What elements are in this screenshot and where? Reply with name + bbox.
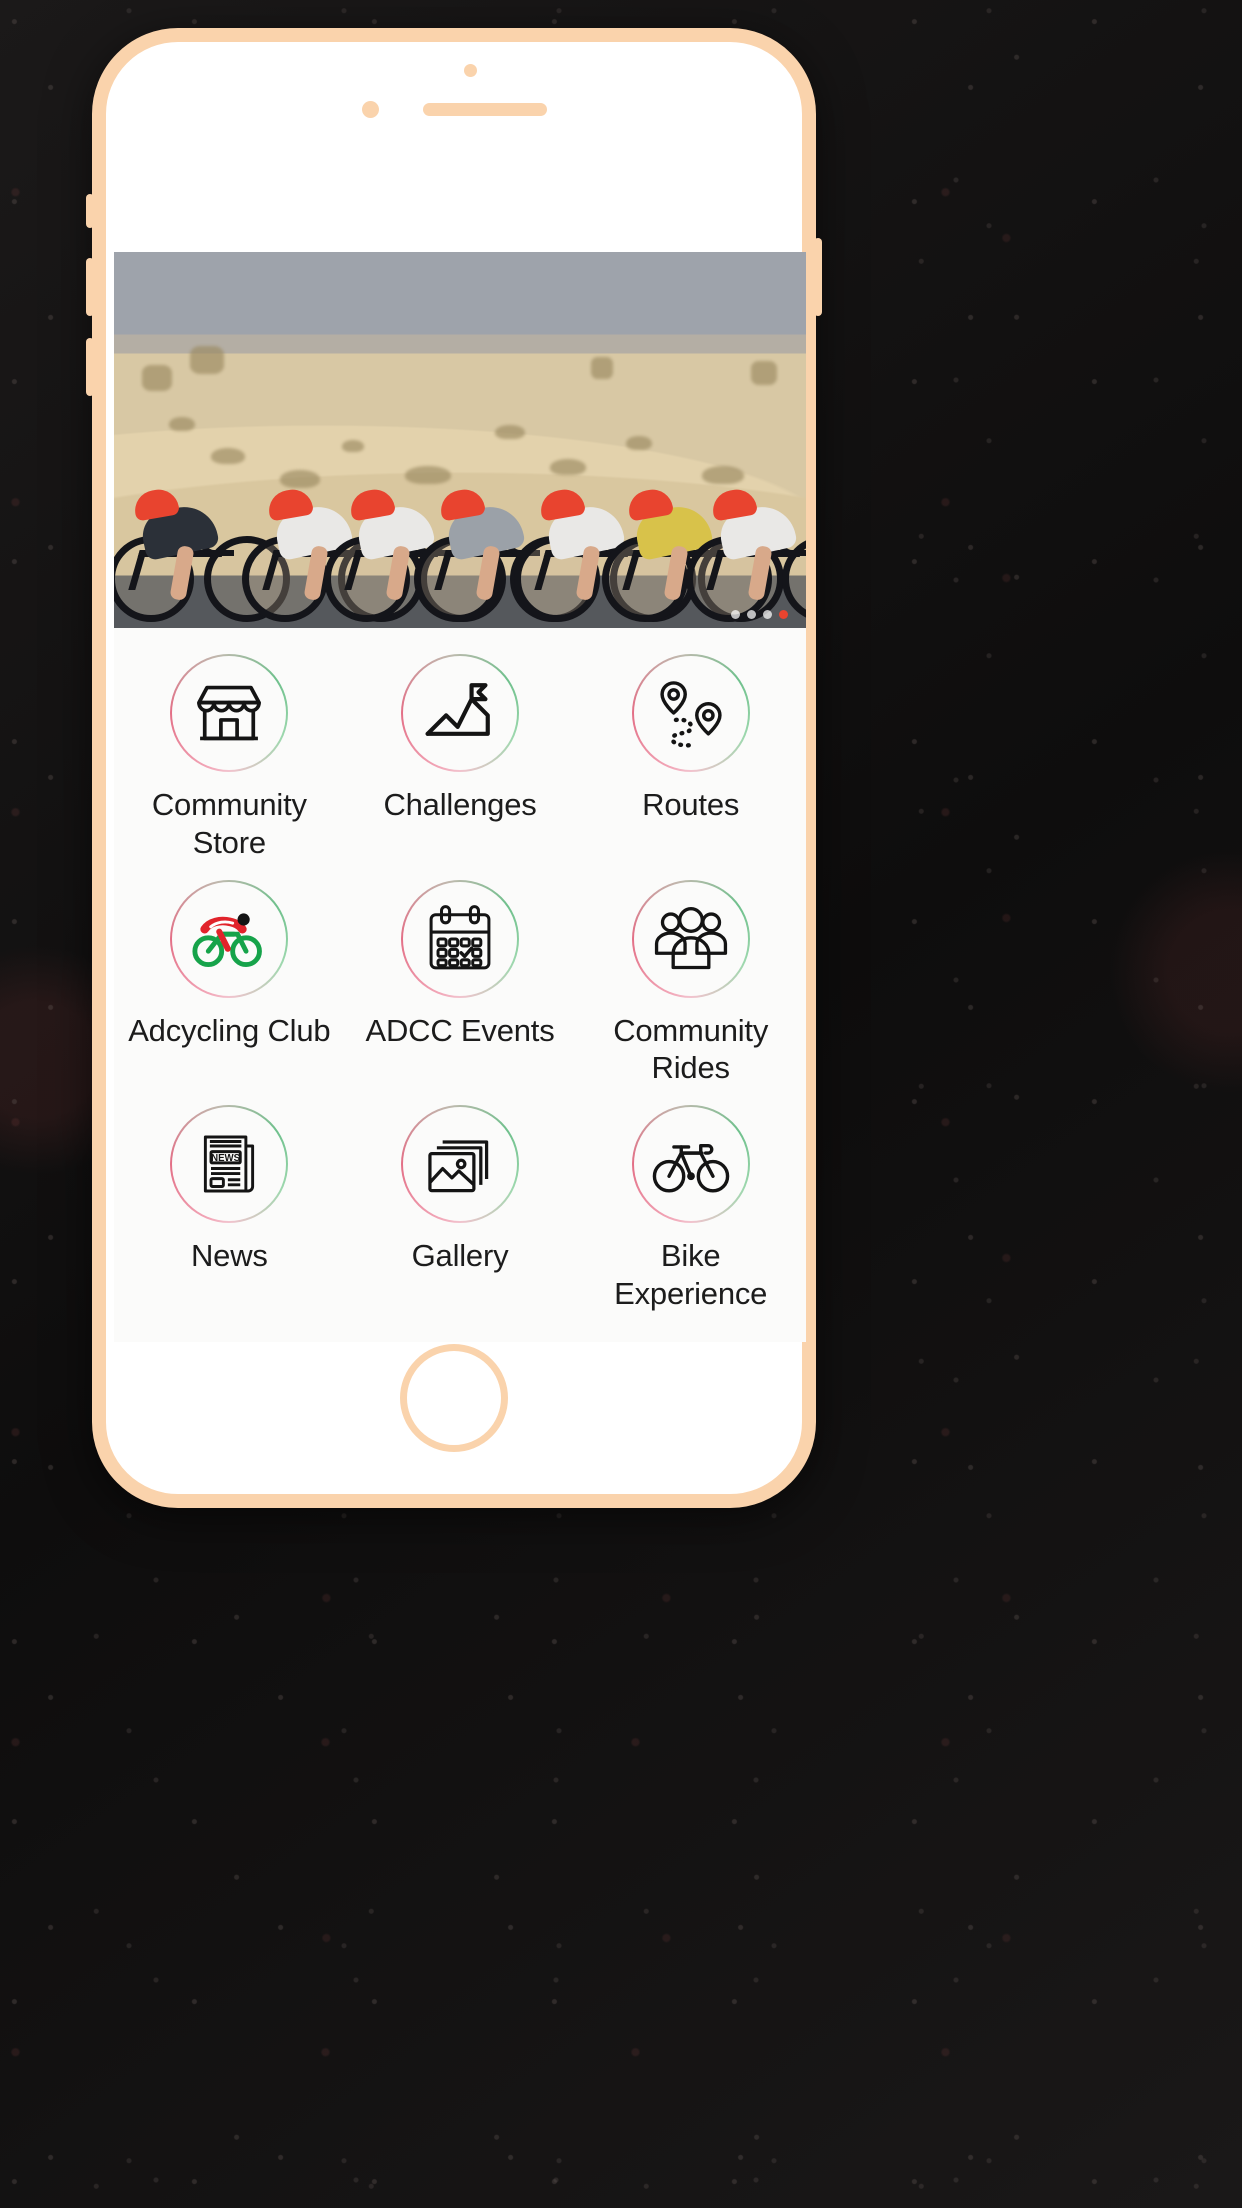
carousel-dot[interactable]	[747, 610, 756, 619]
grid-row: Community Store Challenges Routes	[114, 654, 806, 862]
tile-gallery[interactable]: Gallery	[345, 1105, 576, 1313]
front-camera-icon	[361, 100, 379, 118]
calendar-check-icon	[423, 902, 497, 976]
cyclists-desert-photo	[114, 252, 806, 628]
storefront-icon	[192, 676, 266, 750]
carousel-dot[interactable]	[763, 610, 772, 619]
feature-grid: Community Store Challenges Routes Adcycl…	[114, 628, 806, 1342]
tile-label: Community Rides	[613, 1012, 769, 1086]
summit-flag-icon	[423, 676, 497, 750]
icon-ring	[631, 654, 750, 772]
icon-ring	[401, 879, 519, 998]
earpiece-speaker-icon	[422, 102, 547, 116]
carousel-dot[interactable]	[731, 610, 740, 619]
tile-challenges[interactable]: Challenges	[345, 654, 576, 862]
home-button[interactable]	[400, 1344, 508, 1452]
tile-label: Bike Experience	[614, 1238, 768, 1312]
hero-carousel[interactable]	[114, 252, 806, 628]
tile-adcc-events[interactable]: ADCC Events	[345, 879, 576, 1088]
volume-up-button[interactable]	[86, 258, 94, 316]
tile-news[interactable]: NEWS News	[114, 1105, 345, 1313]
app-screen: Community Store Challenges Routes Adcycl…	[114, 252, 806, 1342]
icon-ring	[631, 1105, 750, 1224]
icon-ring	[631, 879, 750, 998]
tile-label: News	[190, 1238, 268, 1274]
tile-label: Adcycling Club	[128, 1012, 331, 1048]
icon-ring	[401, 1105, 519, 1224]
tile-label: Challenges	[383, 787, 537, 822]
svg-text:NEWS: NEWS	[211, 1153, 241, 1164]
power-button[interactable]	[814, 238, 822, 316]
tile-label: Gallery	[411, 1238, 509, 1274]
phone-mockup: Community Store Challenges Routes Adcycl…	[86, 28, 822, 1508]
tile-community-store[interactable]: Community Store	[114, 654, 345, 862]
proximity-sensor-icon	[464, 64, 477, 77]
grid-row: Adcycling Club ADCC Events Community Rid…	[114, 879, 806, 1088]
tile-label: ADCC Events	[365, 1012, 555, 1048]
tile-routes[interactable]: Routes	[575, 654, 806, 862]
carousel-dot-active[interactable]	[779, 610, 788, 619]
bicycle-icon	[652, 1125, 730, 1203]
tile-community-rides[interactable]: Community Rides	[575, 879, 806, 1088]
cyclist-logo-icon	[190, 900, 268, 978]
icon-ring	[170, 879, 289, 998]
tile-bike-experience[interactable]: Bike Experience	[575, 1105, 806, 1313]
icon-ring	[401, 654, 519, 772]
tile-label: Routes	[642, 787, 740, 822]
people-group-icon	[653, 901, 729, 977]
silent-switch[interactable]	[86, 194, 94, 228]
icon-ring: NEWS	[170, 1105, 289, 1224]
grid-row: NEWS News Gallery Bike Experience	[114, 1105, 806, 1313]
photo-stack-icon	[423, 1127, 497, 1201]
newspaper-icon: NEWS	[193, 1128, 265, 1200]
map-pins-route-icon	[654, 676, 728, 750]
carousel-pagination-dots[interactable]	[731, 610, 788, 619]
volume-down-button[interactable]	[86, 338, 94, 396]
tile-label: Community Store	[151, 787, 307, 860]
icon-ring	[170, 654, 289, 772]
tile-adcycling-club[interactable]: Adcycling Club	[114, 879, 345, 1088]
device-sensor-row	[106, 94, 802, 124]
